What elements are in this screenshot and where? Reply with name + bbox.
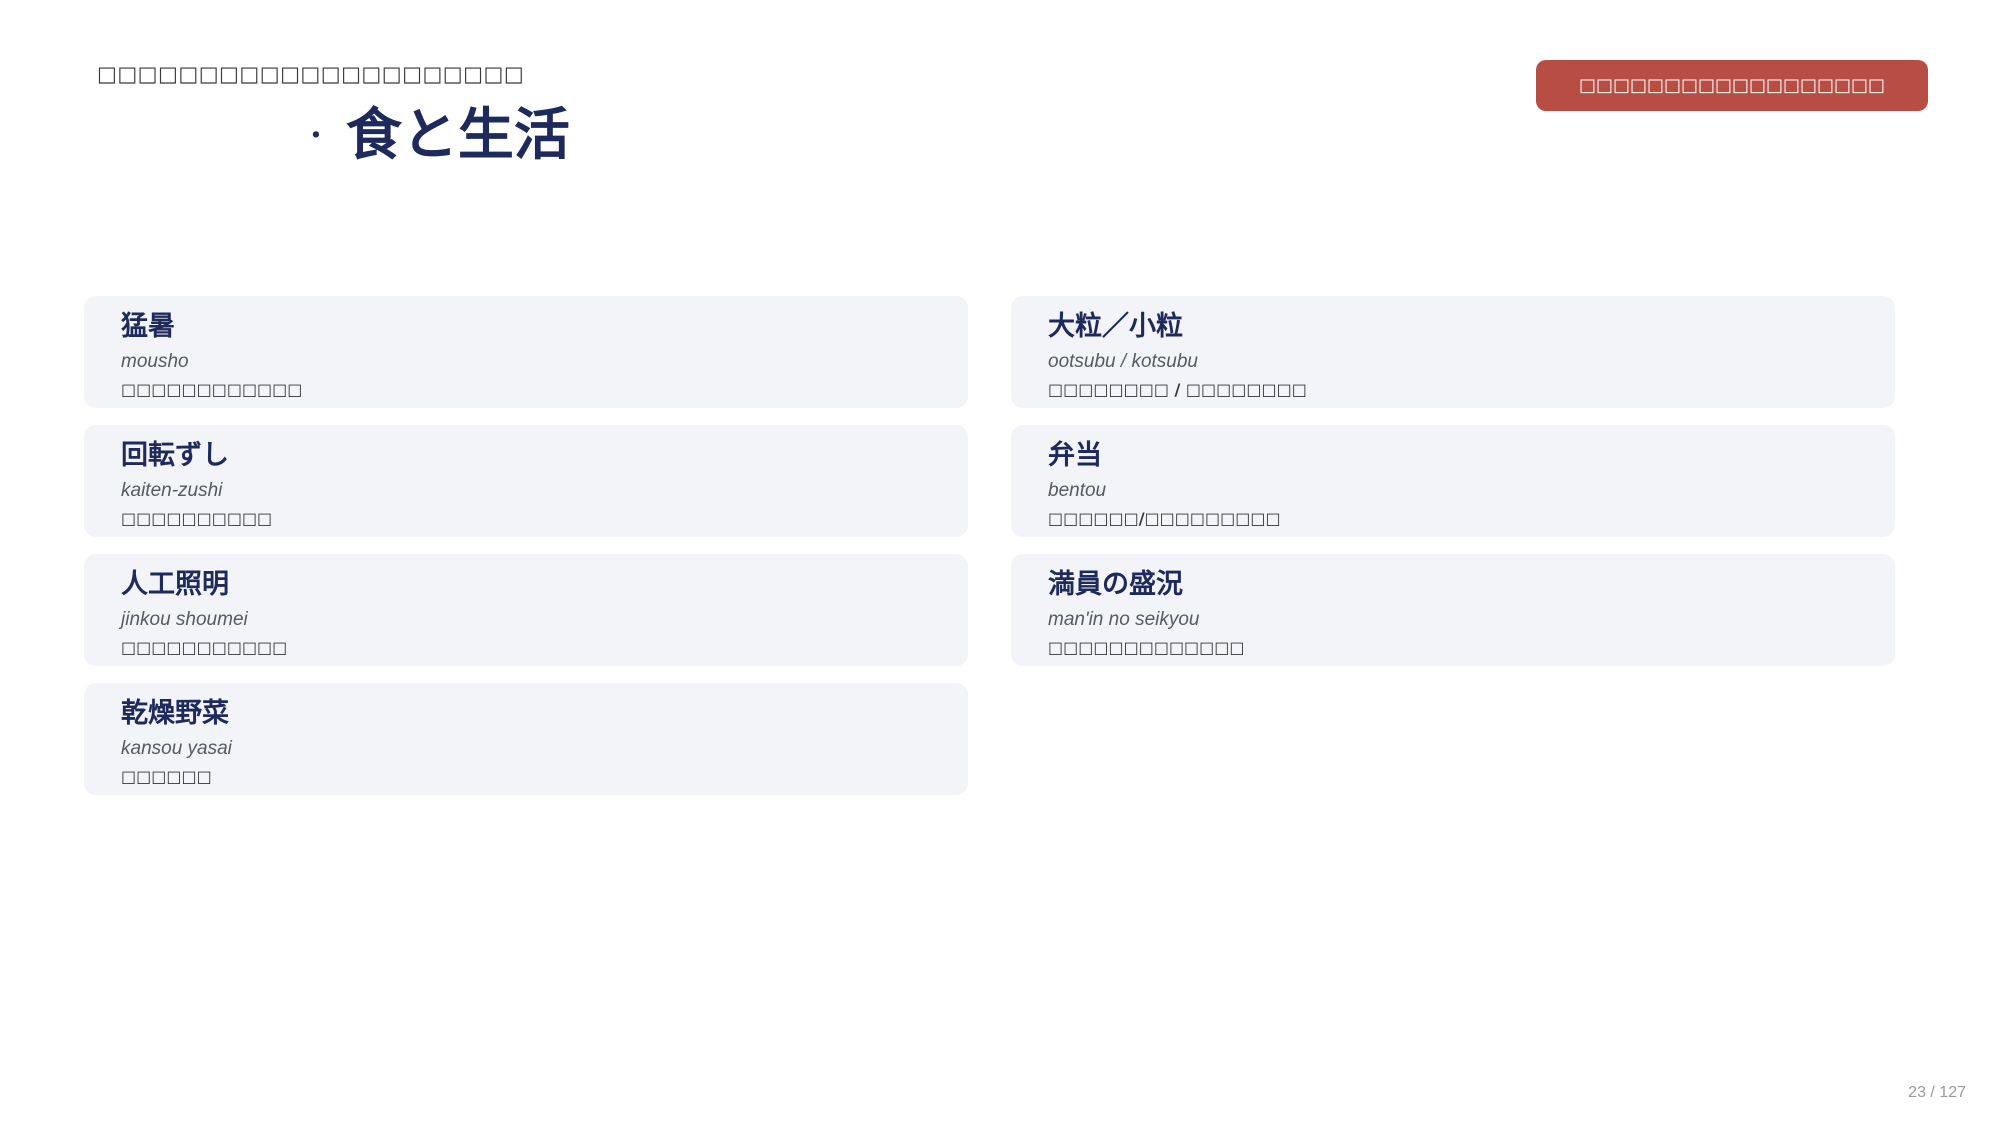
card-reading: kaiten-zushi [121,480,223,501]
vocab-card: 猛暑 mousho □□□□□□□□□□□□ [84,296,968,408]
page-indicator: 23 / 127 [1908,1084,1966,1101]
card-reading: mousho [121,351,189,372]
card-reading: jinkou shoumei [121,609,248,630]
card-meaning: □□□□□□□□□□□ [121,638,288,657]
card-reading: ootsubu / kotsubu [1048,351,1198,372]
vocab-card: 乾燥野菜 kansou yasai □□□□□□ [84,683,968,795]
card-term: 回転ずし [121,440,229,471]
vocab-card: 回転ずし kaiten-zushi □□□□□□□□□□ [84,425,968,537]
card-meaning: □□□□□□/□□□□□□□□□ [1048,509,1281,528]
card-term: 弁当 [1048,440,1102,471]
card-meaning: □□□□□□□□ / □□□□□□□□ [1048,380,1307,399]
vocab-card: 満員の盛況 man'in no seikyou □□□□□□□□□□□□□ [1011,554,1895,666]
card-term: 猛暑 [121,311,175,342]
card-term: 乾燥野菜 [121,698,229,729]
card-reading: kansou yasai [121,738,232,759]
card-reading: man'in no seikyou [1048,609,1200,630]
card-term: 人工照明 [121,569,229,600]
card-term: 満員の盛況 [1048,569,1183,600]
page-title: · 食と生活 [310,100,570,170]
title-bullet: · [310,115,322,155]
card-term: 大粒／小粒 [1048,311,1183,342]
title-text: 食と生活 [345,102,570,168]
vocab-card: 人工照明 jinkou shoumei □□□□□□□□□□□ [84,554,968,666]
card-reading: bentou [1048,480,1107,501]
vocab-card: 弁当 bentou □□□□□□/□□□□□□□□□ [1011,425,1895,537]
card-meaning: □□□□□□□□□□ [121,509,273,528]
vocab-card: 大粒／小粒 ootsubu / kotsubu □□□□□□□□ / □□□□□… [1011,296,1895,408]
card-meaning: □□□□□□ [121,767,212,786]
category-badge: □□□□□□□□□□□□□□□□□□ [1536,60,1928,111]
card-meaning: □□□□□□□□□□□□□ [1048,638,1245,657]
eyebrow-label: □□□□□□□□□□□□□□□□□□□□□ [97,62,525,86]
card-meaning: □□□□□□□□□□□□ [121,380,303,399]
